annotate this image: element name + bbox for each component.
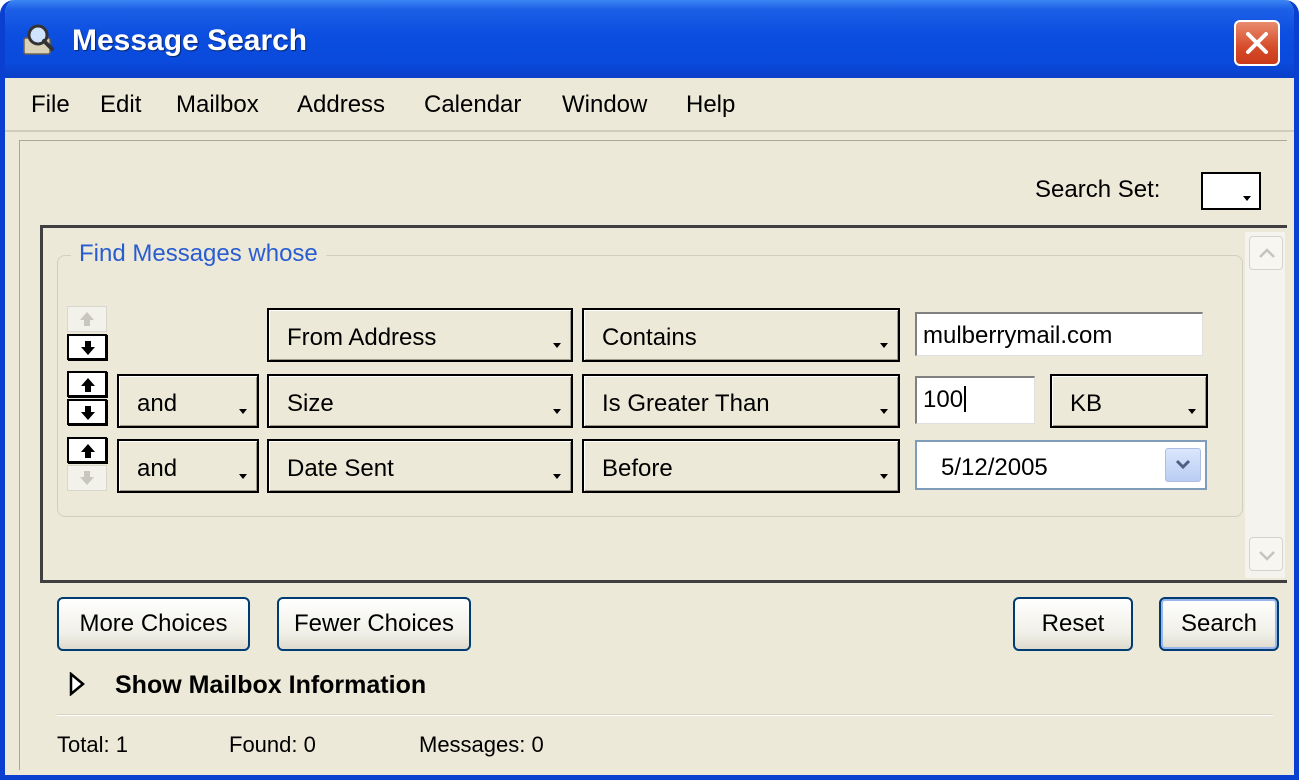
status-total: Total: 1 xyxy=(57,732,128,757)
menu-file[interactable]: File xyxy=(31,91,70,119)
show-mailbox-info-label[interactable]: Show Mailbox Information xyxy=(115,671,426,700)
chevron-down-icon xyxy=(1175,459,1191,470)
row2-value-text: 100 xyxy=(923,386,964,413)
disclosure-triangle-icon[interactable] xyxy=(69,671,85,701)
dropdown-arrow-icon xyxy=(880,409,888,414)
title-bar: Message Search xyxy=(5,0,1294,78)
row3-field-popup[interactable]: Date Sent xyxy=(267,439,573,493)
status-divider xyxy=(57,714,1273,716)
row3-conjunction-value: and xyxy=(137,455,178,482)
window-title: Message Search xyxy=(72,24,308,57)
row2-unit-value: KB xyxy=(1070,390,1103,417)
row2-operator-popup[interactable]: Is Greater Than xyxy=(582,374,900,428)
scroll-down-button[interactable] xyxy=(1249,537,1283,571)
menu-address[interactable]: Address xyxy=(297,91,385,119)
row3-operator-value: Before xyxy=(602,455,673,482)
criteria-legend: Find Messages whose xyxy=(71,240,326,268)
row1-value-input[interactable]: mulberrymail.com xyxy=(915,312,1203,356)
text-cursor xyxy=(964,386,967,412)
row2-move-up-button[interactable] xyxy=(67,371,107,397)
menu-mailbox[interactable]: Mailbox xyxy=(176,91,259,119)
row3-conjunction-popup[interactable]: and xyxy=(117,439,259,493)
more-choices-button[interactable]: More Choices xyxy=(57,597,250,651)
date-dropdown-button[interactable] xyxy=(1165,448,1201,482)
move-up-arrow-icon xyxy=(81,444,95,458)
row3-operator-popup[interactable]: Before xyxy=(582,439,900,493)
search-button[interactable]: Search xyxy=(1159,597,1279,651)
row1-field-popup[interactable]: From Address xyxy=(267,308,573,362)
menu-divider xyxy=(5,130,1294,132)
row2-field-popup[interactable]: Size xyxy=(267,374,573,428)
row2-field-value: Size xyxy=(287,390,334,417)
menu-edit[interactable]: Edit xyxy=(100,91,141,119)
reset-button[interactable]: Reset xyxy=(1013,597,1133,651)
dropdown-arrow-icon xyxy=(553,343,561,348)
row2-value-input[interactable]: 100 xyxy=(915,376,1035,424)
fewer-choices-button[interactable]: Fewer Choices xyxy=(277,597,471,651)
row1-field-value: From Address xyxy=(287,324,437,351)
status-found: Found: 0 xyxy=(229,732,316,757)
move-down-arrow-icon xyxy=(81,341,95,355)
dropdown-arrow-icon xyxy=(1243,196,1251,201)
move-up-arrow-icon xyxy=(80,312,94,326)
dropdown-arrow-icon xyxy=(880,343,888,348)
close-button[interactable] xyxy=(1234,20,1280,66)
move-up-arrow-icon xyxy=(81,378,95,392)
row2-conjunction-value: and xyxy=(137,390,178,417)
row3-date-picker[interactable]: 5/12/2005 xyxy=(915,440,1207,490)
row1-move-up-button[interactable] xyxy=(67,306,107,332)
menu-help[interactable]: Help xyxy=(686,91,735,119)
dropdown-arrow-icon xyxy=(553,474,561,479)
row3-move-down-button[interactable] xyxy=(67,465,107,491)
row1-operator-popup[interactable]: Contains xyxy=(582,308,900,362)
move-down-arrow-icon xyxy=(80,471,94,485)
row2-operator-value: Is Greater Than xyxy=(602,390,770,417)
dropdown-arrow-icon xyxy=(239,474,247,479)
row3-date-value: 5/12/2005 xyxy=(941,454,1048,481)
row2-unit-popup[interactable]: KB xyxy=(1050,374,1208,428)
row2-conjunction-popup[interactable]: and xyxy=(117,374,259,428)
search-window-icon xyxy=(22,22,58,58)
menu-bar: File Edit Mailbox Address Calendar Windo… xyxy=(5,78,1294,130)
menu-window[interactable]: Window xyxy=(562,91,647,119)
dropdown-arrow-icon xyxy=(1188,409,1196,414)
menu-calendar[interactable]: Calendar xyxy=(424,91,521,119)
row3-move-up-button[interactable] xyxy=(67,437,107,463)
chevron-up-icon xyxy=(1259,248,1275,258)
message-search-window: Message Search File Edit Mailbox Address… xyxy=(0,0,1299,780)
row3-field-value: Date Sent xyxy=(287,455,394,482)
dropdown-arrow-icon xyxy=(553,409,561,414)
move-down-arrow-icon xyxy=(81,406,95,420)
search-set-label: Search Set: xyxy=(1035,176,1161,203)
row1-operator-value: Contains xyxy=(602,324,697,351)
dropdown-arrow-icon xyxy=(880,474,888,479)
row2-move-down-button[interactable] xyxy=(67,399,107,425)
scroll-up-button[interactable] xyxy=(1249,236,1283,270)
row1-move-down-button[interactable] xyxy=(67,334,107,360)
dropdown-arrow-icon xyxy=(239,409,247,414)
close-icon xyxy=(1246,32,1268,54)
status-messages: Messages: 0 xyxy=(419,732,544,757)
chevron-down-icon xyxy=(1259,551,1275,561)
vertical-scrollbar[interactable] xyxy=(1245,232,1285,578)
search-set-popup[interactable] xyxy=(1201,172,1261,210)
